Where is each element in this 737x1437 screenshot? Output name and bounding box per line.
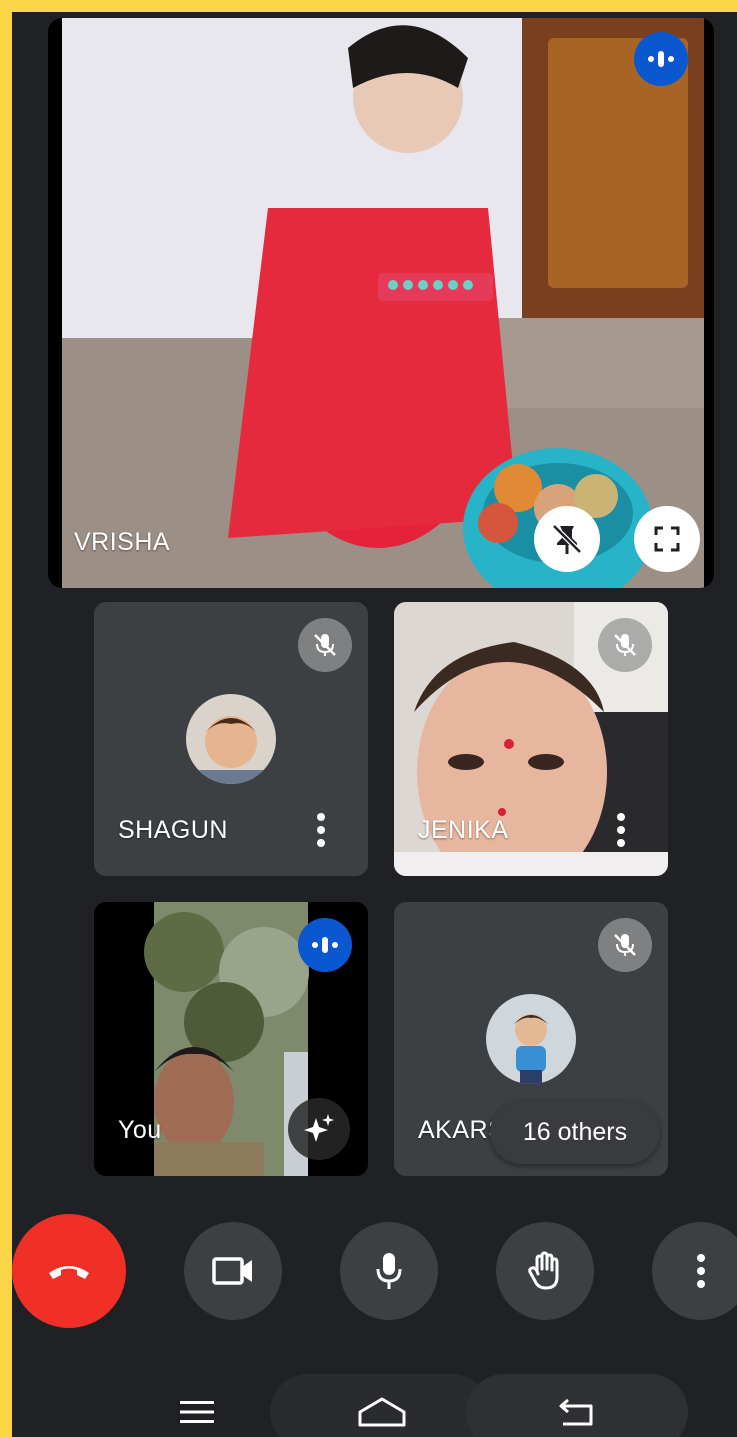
home-icon <box>358 1397 406 1427</box>
hand-icon <box>528 1251 559 1290</box>
others-count-label: 16 others <box>522 1117 628 1146</box>
participant-name-main: VRISHA <box>74 528 171 556</box>
more-vertical-icon <box>617 813 625 847</box>
mic-off-icon <box>298 618 352 672</box>
participant-tile-jenika[interactable]: JENIKA <box>394 602 668 876</box>
microphone-toggle-button[interactable] <box>340 1222 438 1320</box>
back-icon <box>559 1398 593 1426</box>
mic-off-icon <box>598 918 652 972</box>
nav-back-button[interactable] <box>536 1382 616 1437</box>
more-vertical-icon <box>697 1254 705 1288</box>
more-options-button[interactable] <box>606 808 636 852</box>
others-chip[interactable]: 16 others <box>490 1100 660 1164</box>
speaking-indicator-icon <box>298 918 352 972</box>
end-call-button[interactable] <box>12 1214 126 1328</box>
unpin-button[interactable] <box>534 506 600 572</box>
main-video-frame <box>62 18 704 588</box>
meeting-screen: VRISHA SHAGUN JENIKA You AKARS 16 others <box>12 12 737 1437</box>
effects-button[interactable] <box>288 1098 350 1160</box>
raise-hand-button[interactable] <box>496 1222 594 1320</box>
more-vertical-icon <box>317 813 325 847</box>
mic-off-icon <box>598 618 652 672</box>
camera-toggle-button[interactable] <box>184 1222 282 1320</box>
main-video-tile[interactable]: VRISHA <box>48 18 714 588</box>
avatar <box>486 994 576 1084</box>
fullscreen-button[interactable] <box>634 506 700 572</box>
avatar <box>186 694 276 784</box>
microphone-icon <box>376 1253 402 1289</box>
unpin-icon <box>552 524 582 554</box>
sparkle-icon <box>304 1114 334 1142</box>
more-options-button[interactable] <box>652 1222 737 1320</box>
nav-menu-button[interactable] <box>157 1382 237 1437</box>
phone-hangup-icon <box>49 1266 89 1279</box>
participant-name: SHAGUN <box>118 816 228 844</box>
participant-tile-akars[interactable]: AKARS 16 others <box>394 902 668 1176</box>
video-camera-icon <box>212 1257 252 1285</box>
more-options-button[interactable] <box>306 808 336 852</box>
nav-home-button[interactable] <box>342 1382 422 1437</box>
self-video-tile[interactable]: You <box>94 902 368 1176</box>
participant-name: You <box>118 1116 162 1144</box>
menu-icon <box>180 1401 214 1423</box>
fullscreen-icon <box>654 526 680 552</box>
participant-tile-shagun[interactable]: SHAGUN <box>94 602 368 876</box>
speaking-indicator-icon <box>634 32 688 86</box>
participant-name: JENIKA <box>418 816 509 844</box>
